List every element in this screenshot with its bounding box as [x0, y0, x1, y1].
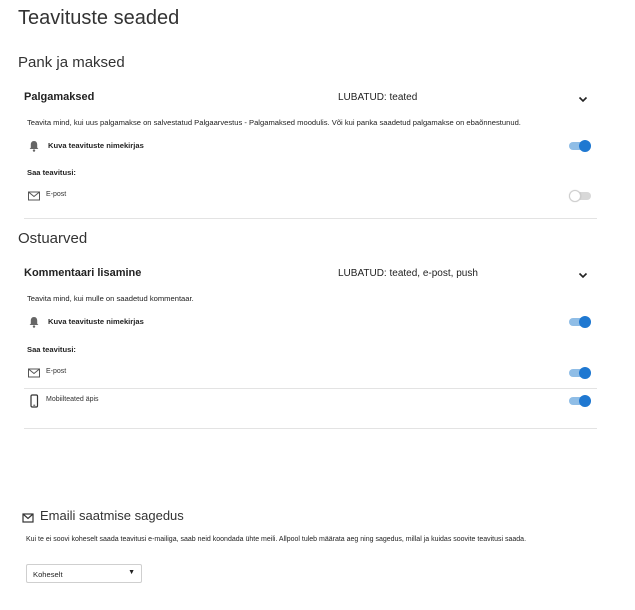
card-status: LUBATUD: teated, e-post, push [338, 268, 478, 279]
card-header[interactable]: Palgamaksed LUBATUD: teated [24, 90, 597, 108]
channel-row-mobile: Mobiilteated äpis [27, 392, 597, 412]
bell-icon [27, 315, 41, 329]
section-title-bank: Pank ja maksed [18, 54, 125, 71]
page-title: Teavituste seaded [18, 7, 180, 29]
channel-row-email: E-post [27, 187, 597, 207]
divider [24, 428, 597, 429]
caret-down-icon: ▼ [128, 569, 135, 576]
card-description: Teavita mind, kui uus palgamakse on salv… [27, 118, 521, 127]
channel-label: E-post [46, 368, 67, 375]
card-name: Kommentaari lisamine [24, 267, 142, 279]
divider [24, 218, 597, 219]
notification-card-salary-payments: Palgamaksed LUBATUD: teated Teavita mind… [24, 90, 597, 218]
envelope-icon [27, 366, 41, 380]
channel-label: E-post [46, 191, 67, 198]
show-in-list-row: Kuva teavituste nimekirjas [27, 313, 597, 333]
row-divider [24, 388, 597, 389]
email-frequency-header: Emaili saatmise sagedus [22, 508, 322, 526]
mobile-phone-icon [27, 394, 41, 408]
email-toggle[interactable] [569, 190, 591, 202]
channel-row-email: E-post [27, 364, 597, 384]
receive-notifications-heading: Saa teavitusi: [27, 168, 76, 177]
envelope-icon [22, 511, 34, 523]
email-toggle[interactable] [569, 367, 591, 379]
show-in-list-label: Kuva teavituste nimekirjas [48, 141, 144, 150]
show-in-list-toggle[interactable] [569, 316, 591, 328]
bell-icon [27, 139, 41, 153]
notification-settings-page: Teavituste seaded Pank ja maksed Palgama… [0, 0, 635, 610]
channel-label: Mobiilteated äpis [46, 396, 99, 403]
notification-card-add-comment: Kommentaari lisamine LUBATUD: teated, e-… [24, 266, 597, 426]
show-in-list-toggle[interactable] [569, 140, 591, 152]
chevron-down-icon[interactable] [577, 269, 589, 281]
email-frequency-description: Kui te ei soovi koheselt saada teavitusi… [26, 536, 527, 543]
section-title-purchase-invoices: Ostuarved [18, 230, 88, 247]
receive-notifications-heading: Saa teavitusi: [27, 345, 76, 354]
card-status: LUBATUD: teated [338, 92, 418, 103]
email-frequency-select[interactable]: Koheselt ▼ [26, 564, 142, 583]
show-in-list-label: Kuva teavituste nimekirjas [48, 317, 144, 326]
card-name: Palgamaksed [24, 91, 95, 103]
select-value: Koheselt [33, 570, 63, 579]
chevron-down-icon[interactable] [577, 93, 589, 105]
mobile-toggle[interactable] [569, 395, 591, 407]
show-in-list-row: Kuva teavituste nimekirjas [27, 137, 597, 157]
card-description: Teavita mind, kui mulle on saadetud komm… [27, 294, 194, 303]
email-frequency-title: Emaili saatmise sagedus [40, 508, 184, 523]
card-header[interactable]: Kommentaari lisamine LUBATUD: teated, e-… [24, 266, 597, 284]
envelope-icon [27, 189, 41, 203]
